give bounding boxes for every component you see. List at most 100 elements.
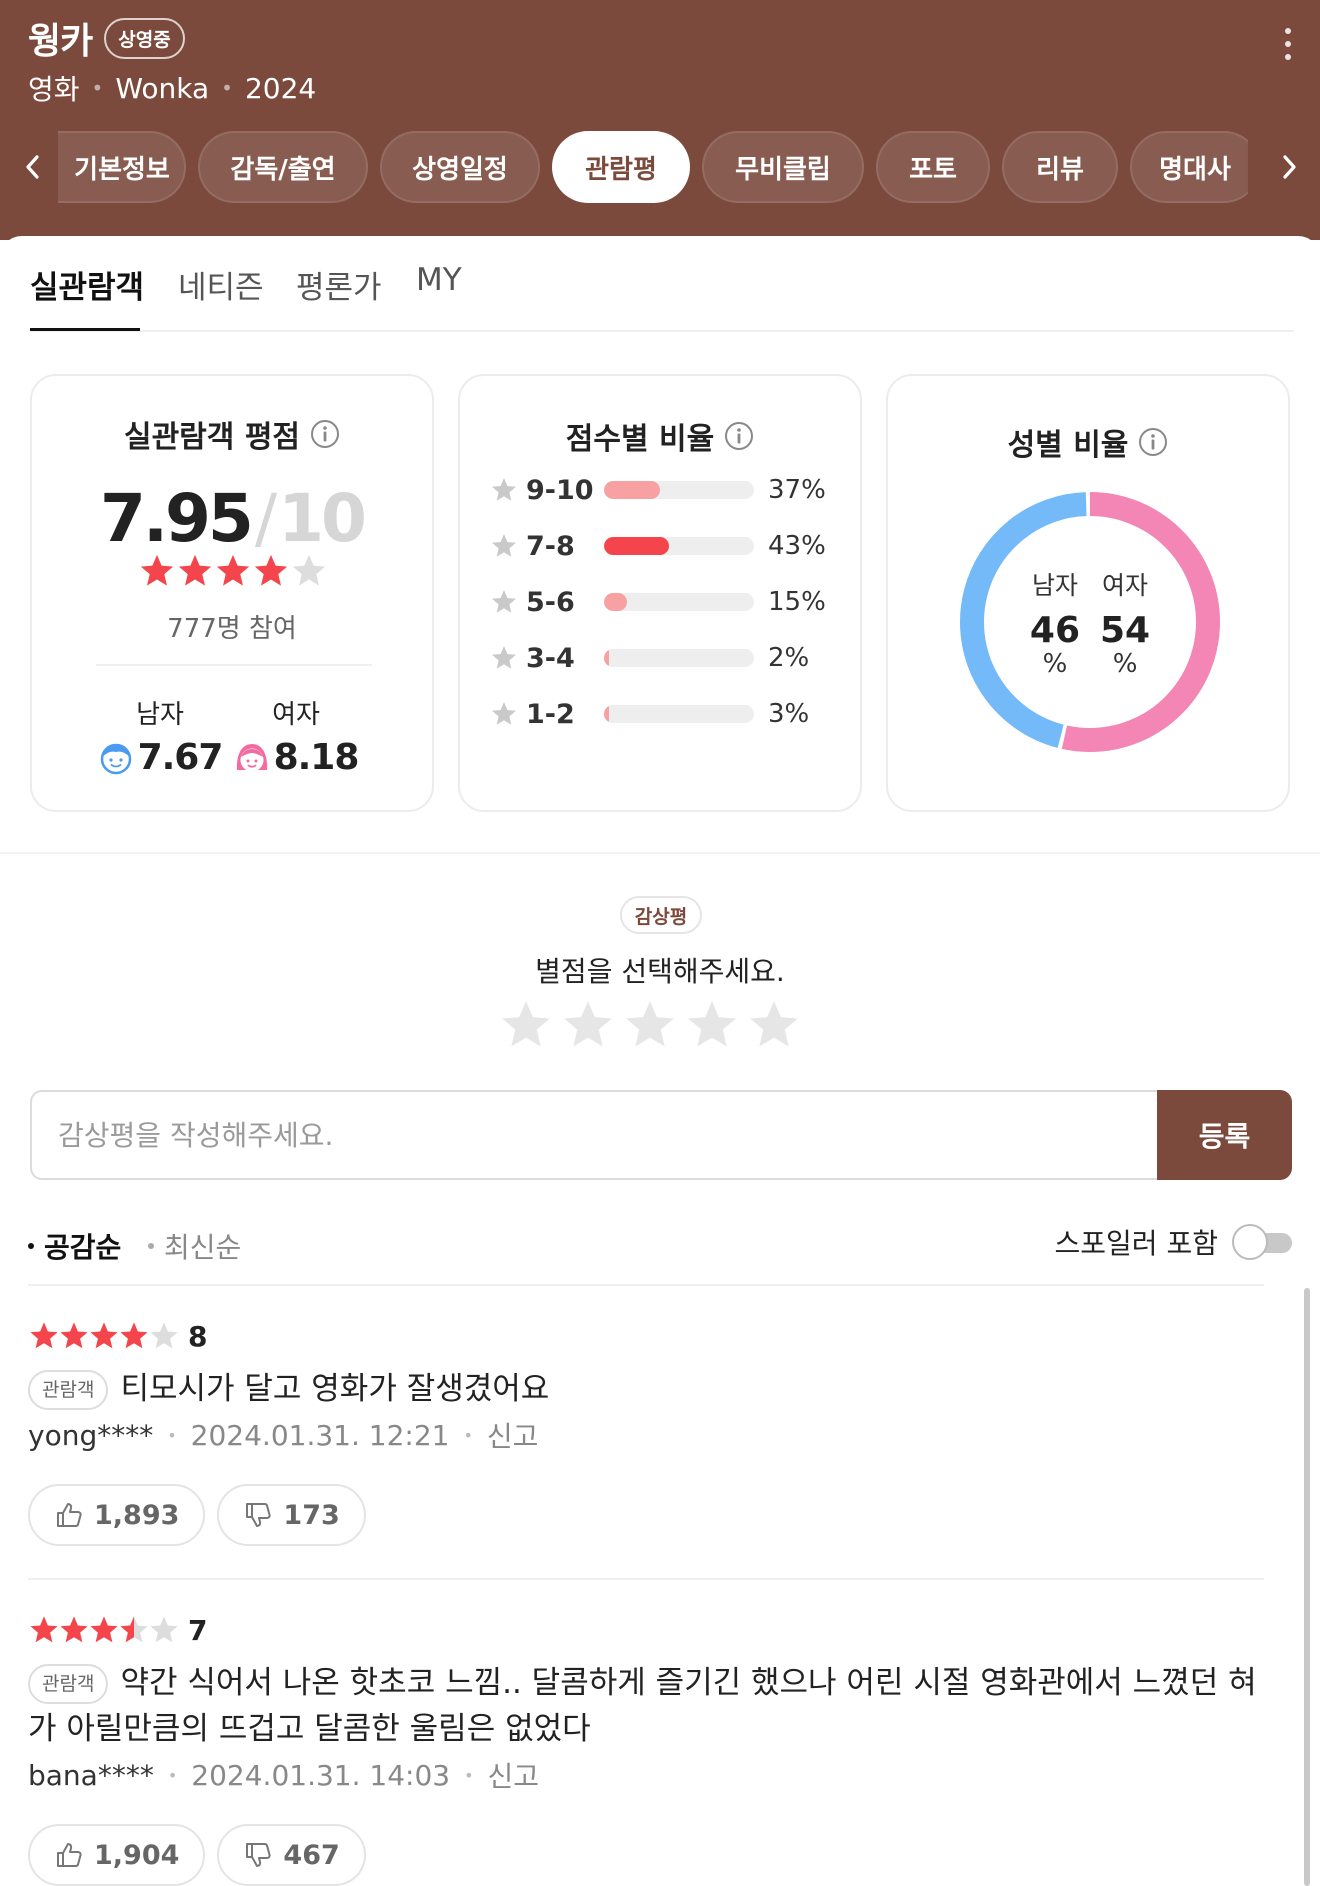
- score-value: 7.95: [100, 480, 254, 557]
- sort-by-likes[interactable]: 공감순: [28, 1226, 121, 1266]
- submit-review-button[interactable]: 등록: [1157, 1090, 1292, 1180]
- review-body: 관람객 티모시가 달고 영화가 잘생겼어요: [28, 1366, 1264, 1412]
- average-stars: [138, 552, 328, 590]
- review-user: bana****: [28, 1758, 154, 1792]
- review-body: 관람객 약간 식어서 나온 핫초코 느낌.. 달콤하게 즐기긴 했으나 어린 시절…: [28, 1660, 1264, 1752]
- score-percent-label: 37%: [768, 475, 826, 505]
- chevron-left-icon: [26, 155, 39, 179]
- sort-by-latest-label: 최신순: [164, 1231, 242, 1264]
- section-divider: [0, 852, 1320, 854]
- nav-tab-7[interactable]: 명대사: [1130, 131, 1248, 203]
- bullet-icon: [28, 1243, 34, 1249]
- review-score: 7: [188, 1613, 208, 1647]
- tabs-prev-button[interactable]: [18, 145, 48, 189]
- spoiler-toggle[interactable]: [1232, 1224, 1294, 1260]
- female-avatar-icon: [236, 743, 267, 771]
- star-icon: [254, 554, 288, 586]
- nav-tab-5[interactable]: 포토: [876, 131, 990, 203]
- rating-card-title: 실관람객 평점: [32, 412, 432, 456]
- info-icon[interactable]: [1138, 427, 1168, 457]
- dislike-button[interactable]: 467: [217, 1824, 366, 1886]
- dislike-button[interactable]: 173: [217, 1484, 366, 1546]
- select-star-5-icon[interactable]: [746, 997, 802, 1053]
- like-button[interactable]: 1,893: [28, 1484, 206, 1546]
- thumbs-up-icon: [57, 1843, 82, 1867]
- sort-by-latest[interactable]: 최신순: [148, 1226, 241, 1266]
- subtab-my[interactable]: MY: [416, 262, 462, 298]
- female-score-value: 8.18: [273, 737, 360, 778]
- male-score-value: 7.67: [137, 737, 224, 778]
- score-range-label: 7-8: [526, 530, 575, 562]
- info-icon[interactable]: [724, 421, 754, 451]
- female-label: 여자: [272, 700, 320, 730]
- nav-tab-6[interactable]: 리뷰: [1002, 131, 1118, 203]
- review-actions: 1,893 173: [28, 1484, 1264, 1546]
- active-tab-underline: [30, 328, 140, 331]
- review-text: 약간 식어서 나온 핫초코 느낌.. 달콤하게 즐기긴 했으나 어린 시절 영화…: [28, 1665, 1257, 1747]
- male-score-col: 남자 7.67: [90, 694, 230, 778]
- select-star-3-icon[interactable]: [622, 997, 678, 1053]
- select-star-4-icon[interactable]: [684, 997, 740, 1053]
- report-link[interactable]: 신고: [487, 1415, 539, 1455]
- thumbs-down-icon: [246, 1843, 272, 1867]
- distribution-card-title-text: 점수별 비율: [565, 422, 715, 457]
- gender-card-title: 성별 비율: [888, 420, 1288, 464]
- star-icon: [90, 1616, 118, 1643]
- distribution-bar-track: [604, 593, 754, 611]
- nav-tab-4[interactable]: 무비클립: [702, 131, 864, 203]
- donut-female-col: 여자 54 %: [1100, 566, 1150, 679]
- category-label: 영화: [28, 73, 80, 106]
- review-date: 2024.01.31. 12:21: [190, 1418, 450, 1452]
- star-icon: [30, 1322, 58, 1349]
- title-row: 웡카 상영중: [28, 16, 185, 62]
- info-icon[interactable]: [310, 419, 340, 449]
- review-rating: 8: [28, 1318, 1264, 1354]
- list-divider: [28, 1284, 1264, 1286]
- review-item: 8 관람객 티모시가 달고 영화가 잘생겼어요 yong**** • 2024.0…: [28, 1318, 1264, 1546]
- report-link[interactable]: 신고: [488, 1755, 540, 1795]
- distribution-row: 1-2 3%: [490, 694, 850, 734]
- donut-female-value: 54: [1100, 609, 1151, 651]
- review-input[interactable]: [30, 1090, 1158, 1180]
- gender-donut: 남자 46 % 여자 54 %: [958, 490, 1222, 754]
- like-button[interactable]: 1,904: [28, 1824, 206, 1886]
- nav-tab-0[interactable]: 기본정보: [58, 131, 186, 203]
- tabs-next-button[interactable]: [1274, 145, 1304, 189]
- donut-male-unit: %: [1042, 648, 1068, 679]
- star-icon: [492, 478, 516, 501]
- distribution-bar: [604, 481, 660, 499]
- female-score-col: 여자 8.18: [226, 694, 366, 778]
- spoiler-filter: 스포일러 포함: [1055, 1222, 1294, 1262]
- select-star-1-icon[interactable]: [498, 997, 554, 1053]
- female-score: 8.18: [226, 737, 366, 778]
- score-distribution-card: 점수별 비율 9-10 37% 7-8 43% 5-6 15% 3-4 2% 1-2 3%: [458, 374, 862, 812]
- review-user: yong****: [28, 1418, 154, 1452]
- review-item: 7 관람객 약간 식어서 나온 핫초코 느낌.. 달콤하게 즐기긴 했으나 어린 …: [28, 1612, 1264, 1886]
- nav-tab-2[interactable]: 상영일정: [380, 131, 540, 203]
- subtab-real-audience[interactable]: 실관람객: [30, 262, 144, 307]
- nav-tab-3[interactable]: 관람평: [552, 131, 690, 203]
- bullet-icon: [148, 1243, 154, 1249]
- more-options-icon[interactable]: [1282, 28, 1294, 60]
- review-score: 8: [188, 1319, 208, 1353]
- list-divider: [28, 1578, 1264, 1580]
- nav-tab-1[interactable]: 감독/출연: [198, 131, 368, 203]
- star-icon: [492, 590, 516, 613]
- subtab-critic[interactable]: 평론가: [296, 262, 382, 307]
- distribution-bar: [604, 705, 609, 723]
- distribution-bar-track: [604, 481, 754, 499]
- average-score: 7.95/10: [32, 480, 432, 557]
- male-score: 7.67: [90, 737, 230, 778]
- subtab-netizen[interactable]: 네티즌: [178, 262, 264, 307]
- participants-count: 777명 참여: [167, 614, 297, 644]
- review-date: 2024.01.31. 14:03: [191, 1758, 451, 1792]
- scrollbar[interactable]: [1304, 1288, 1310, 1886]
- male-label: 남자: [136, 700, 184, 730]
- select-star-2-icon[interactable]: [560, 997, 616, 1053]
- card-divider: [96, 664, 372, 666]
- star-icon: [120, 1616, 148, 1643]
- release-year: 2024: [244, 71, 317, 105]
- sort-row: 공감순 최신순 스포일러 포함: [28, 1222, 1294, 1266]
- star-icon: [120, 1322, 148, 1349]
- star-icon: [30, 1616, 58, 1643]
